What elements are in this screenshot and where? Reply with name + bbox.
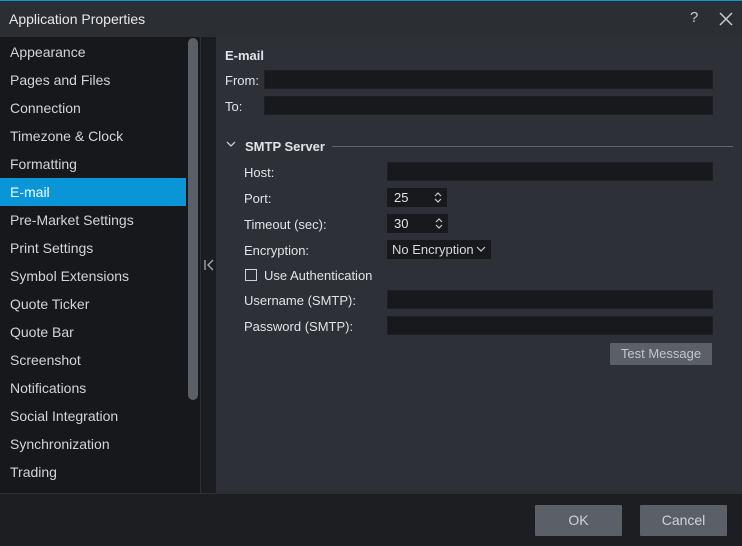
close-icon[interactable]	[718, 11, 734, 27]
sidebar-item-timezone-clock[interactable]: Timezone & Clock	[0, 122, 186, 150]
host-field[interactable]	[387, 162, 713, 181]
collapse-sidebar-icon[interactable]	[203, 258, 215, 272]
host-label: Host:	[244, 165, 275, 180]
email-heading: E-mail	[225, 48, 265, 63]
title-bar: Application Properties ?	[0, 0, 742, 37]
use-authentication-label[interactable]: Use Authentication	[264, 268, 372, 283]
sidebar-item-social-integration[interactable]: Social Integration	[0, 402, 186, 430]
username-label: Username (SMTP):	[244, 293, 356, 308]
timeout-label: Timeout (sec):	[244, 217, 327, 232]
timeout-value: 30	[394, 216, 409, 231]
dialog-footer: OK Cancel	[0, 493, 742, 546]
sidebar-item-synchronization[interactable]: Synchronization	[0, 430, 186, 458]
password-label: Password (SMTP):	[244, 319, 354, 334]
sidebar-item-formatting[interactable]: Formatting	[0, 150, 186, 178]
password-field[interactable]	[387, 316, 713, 335]
ok-button[interactable]: OK	[535, 505, 622, 536]
sidebar-item-symbol-extensions[interactable]: Symbol Extensions	[0, 262, 186, 290]
username-field[interactable]	[387, 290, 713, 309]
sidebar-item-pre-market-settings[interactable]: Pre-Market Settings	[0, 206, 186, 234]
timeout-stepper[interactable]: 30	[387, 214, 448, 233]
sidebar-item-trading[interactable]: Trading	[0, 458, 186, 486]
sidebar-item-screenshot[interactable]: Screenshot	[0, 346, 186, 374]
port-value: 25	[394, 190, 409, 205]
cancel-button[interactable]: Cancel	[640, 505, 727, 536]
help-icon[interactable]: ?	[690, 9, 698, 26]
section-divider	[332, 146, 733, 147]
chevron-down-icon[interactable]	[226, 141, 236, 148]
encryption-value: No Encryption	[392, 242, 474, 257]
sidebar-item-connection[interactable]: Connection	[0, 94, 186, 122]
chevron-down-icon	[476, 246, 486, 252]
sidebar-item-quote-bar[interactable]: Quote Bar	[0, 318, 186, 346]
test-message-button[interactable]: Test Message	[610, 343, 712, 365]
sidebar-item-print-settings[interactable]: Print Settings	[0, 234, 186, 262]
sidebar-item-email[interactable]: E-mail	[0, 178, 186, 206]
from-field[interactable]	[264, 70, 713, 89]
stepper-arrows-icon[interactable]	[433, 190, 443, 205]
sidebar-item-appearance[interactable]: Appearance	[0, 38, 186, 66]
window-title: Application Properties	[9, 11, 146, 27]
encryption-label: Encryption:	[244, 243, 310, 258]
sidebar-item-quote-ticker[interactable]: Quote Ticker	[0, 290, 186, 318]
email-settings-panel: E-mail From: To: SMTP Server Host: Port:…	[216, 37, 742, 493]
sidebar-item-pages-and-files[interactable]: Pages and Files	[0, 66, 186, 94]
port-stepper[interactable]: 25	[387, 188, 447, 207]
use-authentication-checkbox[interactable]	[245, 269, 257, 281]
sidebar-item-notifications[interactable]: Notifications	[0, 374, 186, 402]
stepper-arrows-icon[interactable]	[434, 216, 444, 231]
panel-splitter[interactable]	[200, 37, 216, 493]
sidebar-scrollbar-thumb[interactable]	[188, 38, 198, 400]
smtp-section-title[interactable]: SMTP Server	[245, 139, 325, 154]
from-label: From:	[225, 73, 259, 88]
sidebar: Appearance Pages and Files Connection Ti…	[0, 37, 186, 493]
encryption-select[interactable]: No Encryption	[387, 240, 491, 259]
port-label: Port:	[244, 191, 272, 206]
to-label: To:	[225, 99, 243, 114]
to-field[interactable]	[264, 96, 713, 115]
